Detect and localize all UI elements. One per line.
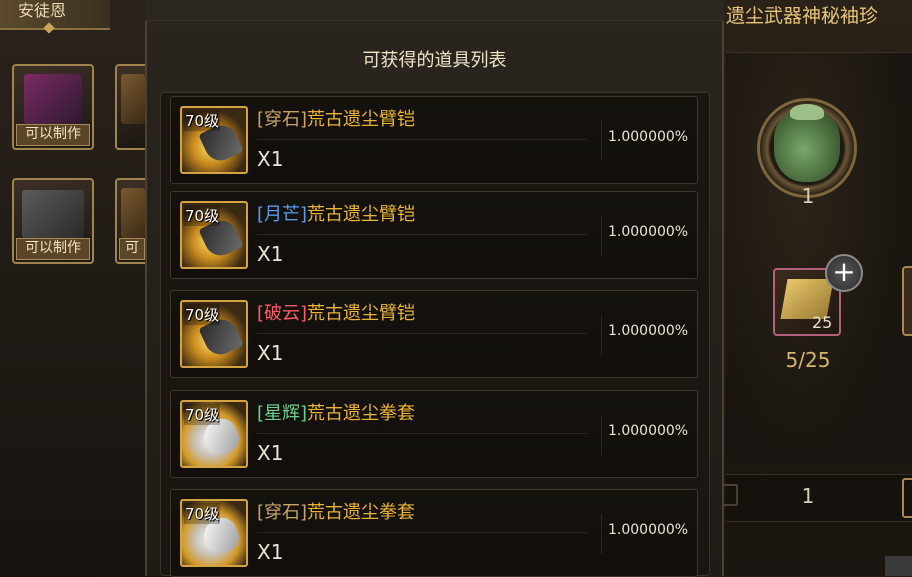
gauntlet-icon: 70级 bbox=[180, 400, 248, 468]
column-separator bbox=[601, 415, 602, 455]
craft-item-image bbox=[121, 74, 145, 124]
item-base-name: 荒古遗尘拳套 bbox=[307, 403, 416, 424]
item-level-badge: 70级 bbox=[184, 110, 221, 131]
column-separator bbox=[601, 315, 602, 355]
item-name: [穿石]荒古遗尘臂铠 bbox=[257, 105, 415, 131]
material-progress: 5/25 bbox=[785, 348, 831, 372]
craft-card-label: 可以制作 bbox=[16, 124, 90, 146]
column-separator bbox=[601, 121, 602, 161]
craft-card-2[interactable] bbox=[115, 64, 149, 150]
column-separator bbox=[601, 216, 602, 256]
list-item[interactable]: 70级 [破云]荒古遗尘臂铠 X1 1.000000% bbox=[170, 290, 698, 378]
item-prefix: [破云] bbox=[257, 303, 308, 324]
craft-item-image bbox=[22, 190, 84, 238]
item-quantity: X1 bbox=[257, 341, 284, 365]
row-divider bbox=[257, 234, 587, 235]
popup-title: 可获得的道具列表 bbox=[362, 50, 507, 71]
left-panel-title: 安徒恩 bbox=[0, 0, 110, 34]
item-prefix: [穿石] bbox=[257, 109, 308, 130]
max-quantity-button[interactable] bbox=[902, 478, 912, 518]
item-probability: 1.000000% bbox=[608, 423, 689, 439]
row-divider bbox=[257, 139, 587, 140]
side-material-slot[interactable] bbox=[902, 266, 912, 336]
material-quantity: 25 bbox=[812, 313, 833, 332]
item-quantity: X1 bbox=[257, 242, 284, 266]
item-level-badge: 70级 bbox=[184, 404, 221, 425]
item-base-name: 荒古遗尘臂铠 bbox=[307, 109, 416, 130]
item-level-badge: 70级 bbox=[184, 503, 221, 524]
list-item[interactable]: 70级 [穿石]荒古遗尘拳套 X1 1.000000% bbox=[170, 489, 698, 577]
left-title-text: 安徒恩 bbox=[18, 1, 67, 20]
quantity-input[interactable]: 1 bbox=[796, 484, 820, 508]
craft-card-label: 可以制作 bbox=[16, 238, 90, 260]
gauntlet-icon: 70级 bbox=[180, 499, 248, 567]
mystery-jar-icon bbox=[774, 110, 840, 182]
row-divider bbox=[257, 532, 587, 533]
add-material-button[interactable]: + bbox=[825, 254, 863, 292]
item-base-name: 荒古遗尘拳套 bbox=[307, 502, 416, 523]
jar-lid-icon bbox=[790, 104, 824, 120]
bottom-button-edge[interactable] bbox=[885, 556, 912, 576]
item-name: [月芒]荒古遗尘臂铠 bbox=[257, 200, 415, 226]
craft-item-image bbox=[121, 188, 145, 238]
craft-card-4[interactable]: 可 bbox=[115, 178, 149, 264]
item-prefix: [月芒] bbox=[257, 204, 308, 225]
item-probability: 1.000000% bbox=[608, 323, 689, 339]
jar-count: 1 bbox=[801, 184, 815, 208]
right-panel-title: 遗尘武器神秘袖珍 bbox=[726, 5, 879, 27]
item-base-name: 荒古遗尘臂铠 bbox=[307, 303, 416, 324]
item-prefix: [穿石] bbox=[257, 502, 308, 523]
item-name: [破云]荒古遗尘臂铠 bbox=[257, 299, 415, 325]
item-name: [星辉]荒古遗尘拳套 bbox=[257, 399, 415, 425]
row-divider bbox=[257, 333, 587, 334]
popup-top-bar bbox=[145, 0, 724, 21]
item-name: [穿石]荒古遗尘拳套 bbox=[257, 498, 415, 524]
craft-item-image bbox=[24, 74, 82, 124]
item-probability: 1.000000% bbox=[608, 129, 689, 145]
item-prefix: [星辉] bbox=[257, 403, 308, 424]
craft-card-3[interactable]: 可以制作 bbox=[12, 178, 94, 264]
arm-guard-icon: 70级 bbox=[180, 106, 248, 174]
item-probability: 1.000000% bbox=[608, 522, 689, 538]
list-item[interactable]: 70级 [星辉]荒古遗尘拳套 X1 1.000000% bbox=[170, 390, 698, 478]
list-item[interactable]: 70级 [穿石]荒古遗尘臂铠 X1 1.000000% bbox=[170, 96, 698, 184]
arm-guard-icon: 70级 bbox=[180, 201, 248, 269]
item-quantity: X1 bbox=[257, 441, 284, 465]
item-quantity: X1 bbox=[257, 147, 284, 171]
column-separator bbox=[601, 514, 602, 554]
row-divider bbox=[257, 433, 587, 434]
craft-card-label: 可 bbox=[119, 238, 145, 260]
item-quantity: X1 bbox=[257, 540, 284, 564]
craft-card-1[interactable]: 可以制作 bbox=[12, 64, 94, 150]
item-level-badge: 70级 bbox=[184, 205, 221, 226]
list-item[interactable]: 70级 [月芒]荒古遗尘臂铠 X1 1.000000% bbox=[170, 191, 698, 279]
item-probability: 1.000000% bbox=[608, 224, 689, 240]
arm-guard-icon: 70级 bbox=[180, 300, 248, 368]
item-base-name: 荒古遗尘臂铠 bbox=[307, 204, 416, 225]
item-level-badge: 70级 bbox=[184, 304, 221, 325]
